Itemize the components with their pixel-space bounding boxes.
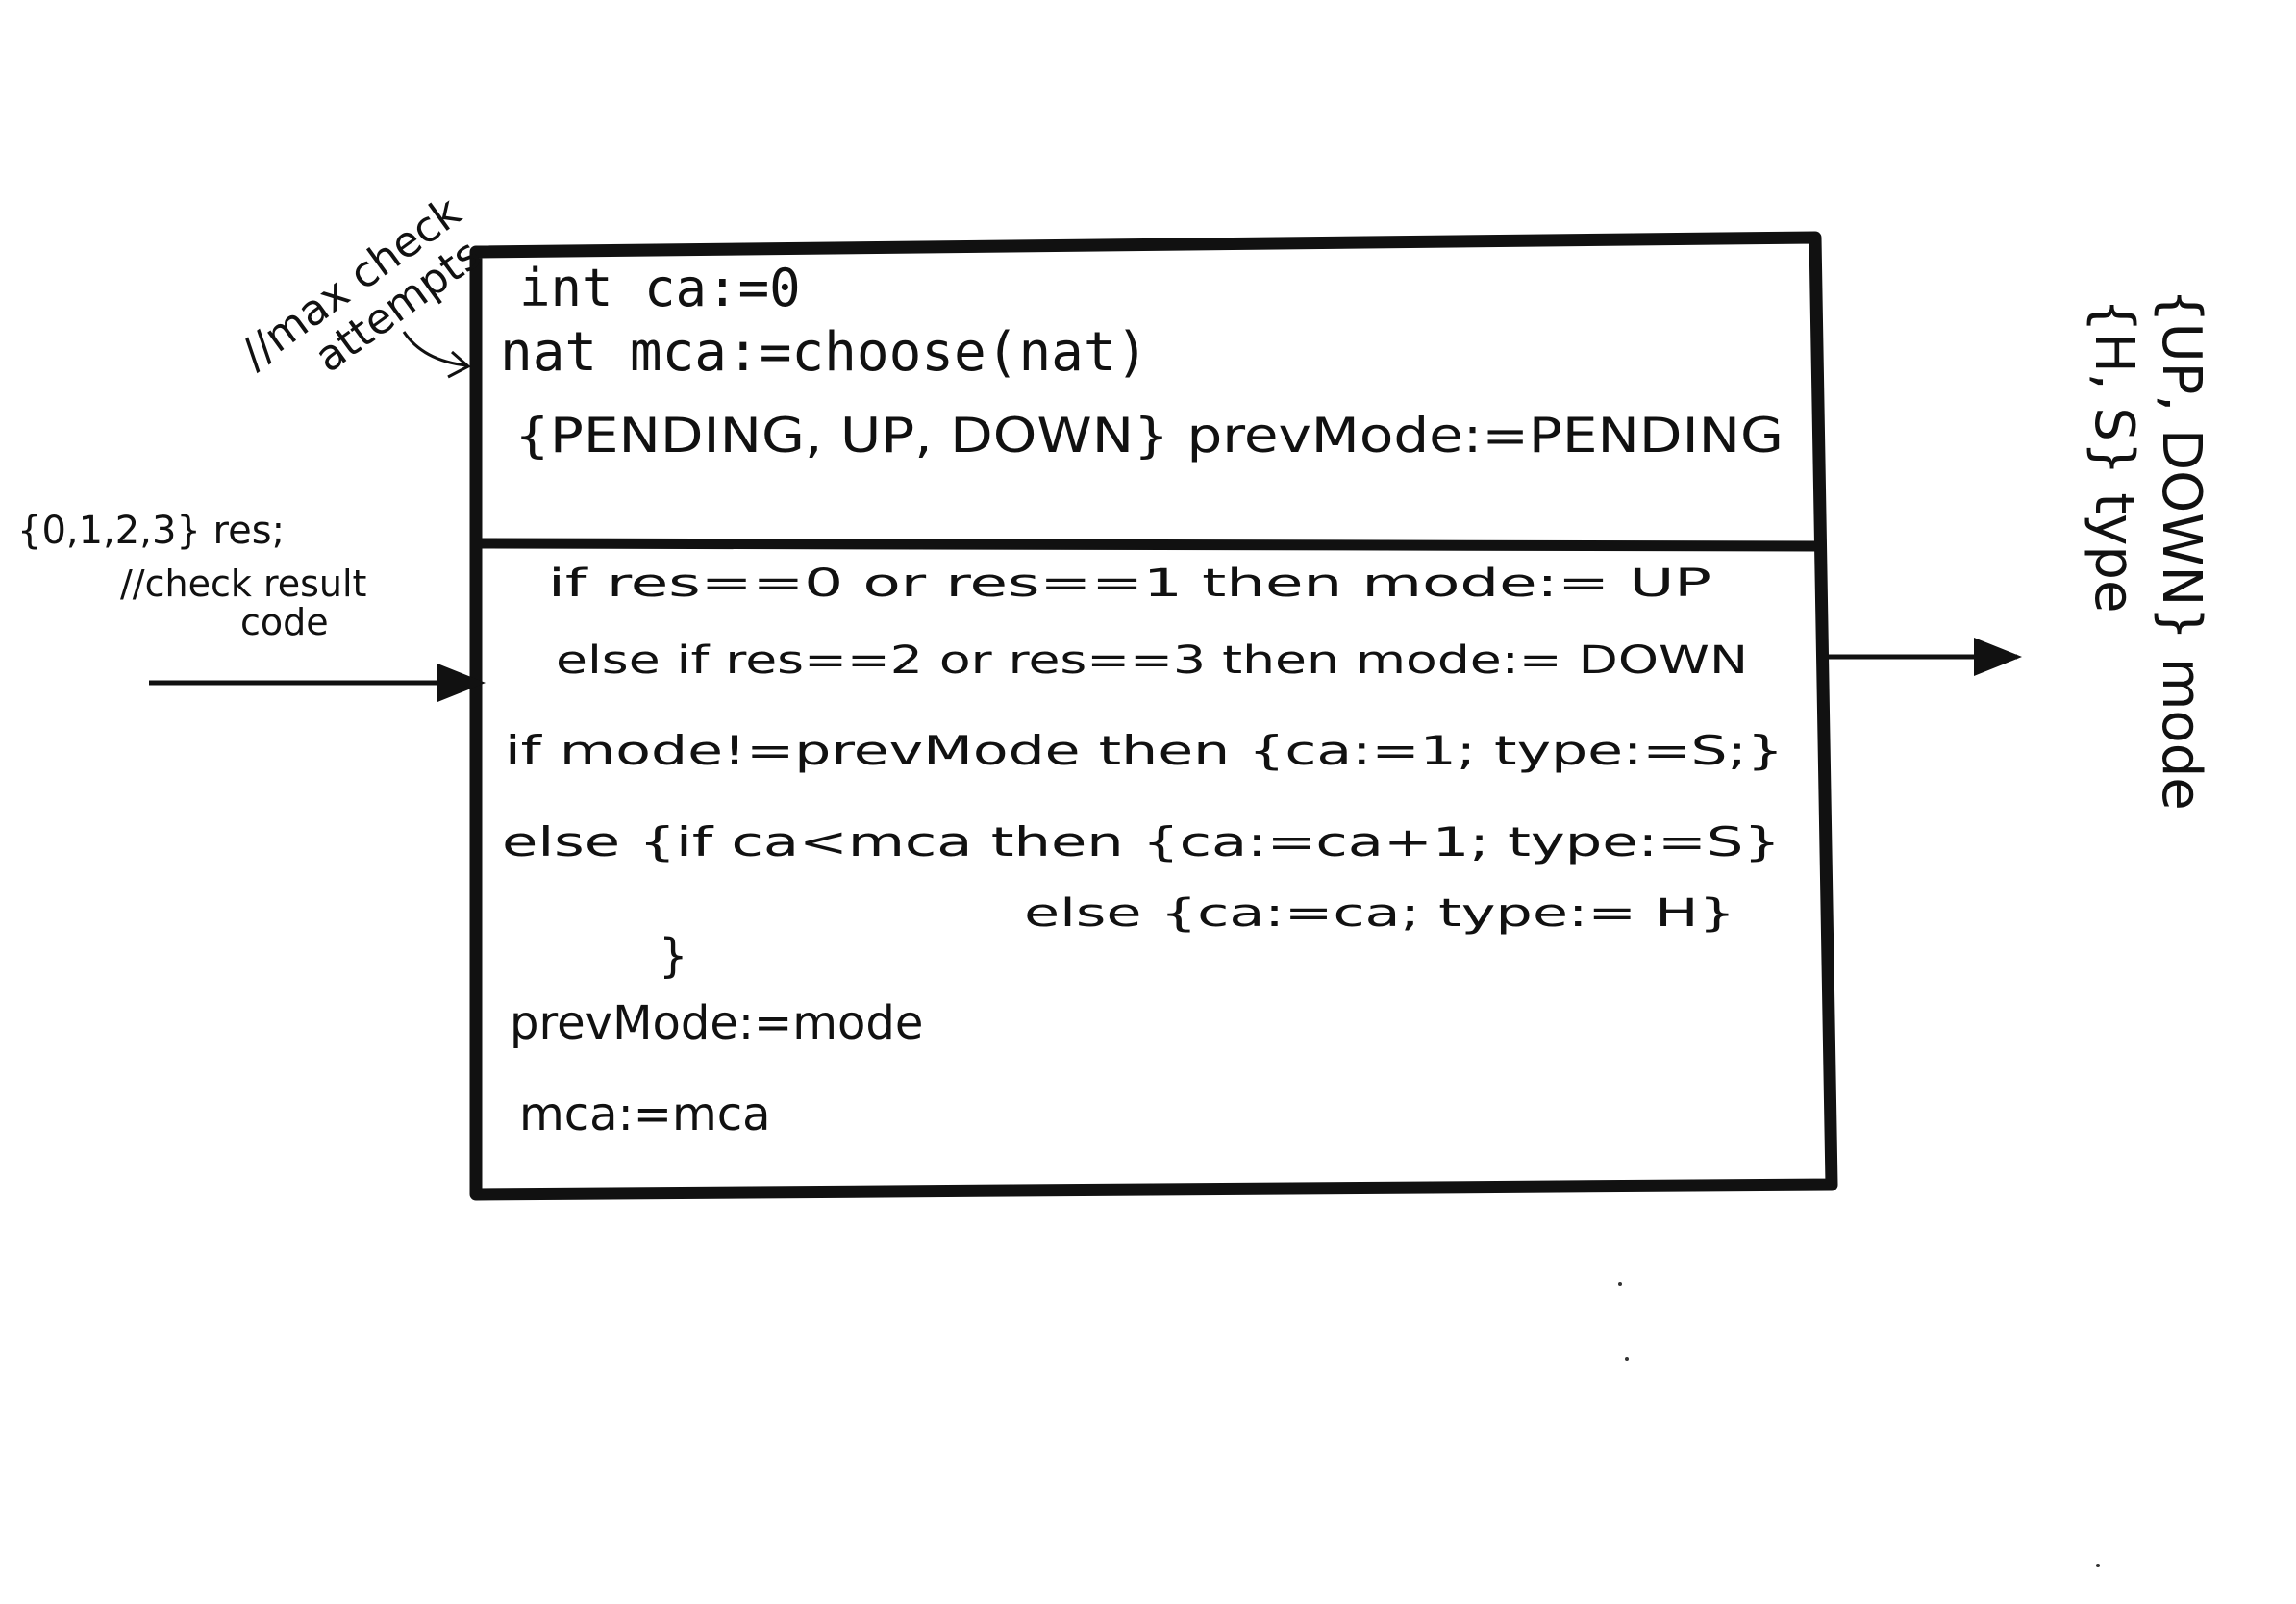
output-type-text: {H, S} type — [2083, 298, 2145, 613]
input-comment: //check result — [120, 563, 366, 605]
annotation-max-check-attempts: //max check attempts — [232, 188, 489, 383]
output-type-label: {H, S} type — [2083, 298, 2145, 613]
logic-line-3: if mode!=prevMode then {ca:=1; type:=S;} — [505, 727, 1784, 774]
state-line-ca: int ca:=0 — [519, 258, 801, 318]
state-line-mca: nat mca:=choose(nat) — [500, 321, 1148, 384]
paper-speck — [1625, 1357, 1629, 1361]
paper-speck — [1618, 1282, 1622, 1286]
logic-line-4b: else {ca:=ca; type:= H} — [1024, 891, 1735, 936]
logic-line-4c: } — [659, 929, 688, 983]
output-mode-text: {UP, DOWN} mode — [2150, 288, 2212, 811]
system-diagram: //max check attempts int ca:=0 nat mca:=… — [17, 188, 2212, 1567]
input-type-label: {0,1,2,3} res; — [17, 509, 285, 553]
logic-line-2: else if res==2 or res==3 then mode:= DOW… — [556, 639, 1748, 683]
paper-speck — [2096, 1564, 2100, 1567]
sketch-canvas: //max check attempts int ca:=0 nat mca:=… — [0, 0, 2296, 1604]
logic-line-5: prevMode:=mode — [510, 996, 923, 1050]
logic-line-6: mca:=mca — [519, 1088, 771, 1141]
logic-line-4a: else {if ca<mca then {ca:=ca+1; type:=S} — [502, 818, 1781, 865]
output-mode-label: {UP, DOWN} mode — [2150, 288, 2212, 811]
section-divider — [480, 538, 1826, 552]
annotation-pointer-arrow — [402, 331, 471, 379]
state-line-prevmode: {PENDING, UP, DOWN} prevMode:=PENDING — [514, 408, 1784, 464]
input-comment-code: code — [240, 601, 329, 643]
logic-line-1: if res==0 or res==1 then mode:= UP — [548, 562, 1711, 606]
